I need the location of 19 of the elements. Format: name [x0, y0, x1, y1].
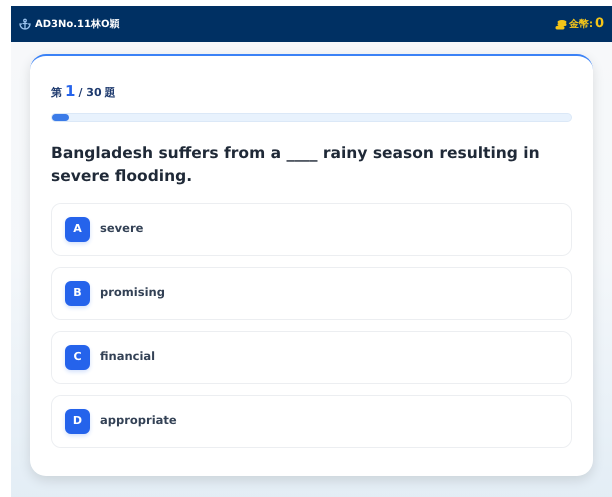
option-text: promising [100, 284, 165, 302]
option-letter: B [65, 280, 90, 306]
answer-option[interactable]: B promising [51, 266, 572, 320]
answer-option[interactable]: D appropriate [51, 394, 572, 448]
anchor-icon [19, 18, 31, 30]
option-letter: A [65, 216, 90, 242]
user-name: AD3No.11林O穎 [35, 18, 120, 32]
answer-option[interactable]: C financial [51, 330, 572, 384]
question-counter: 第 1 / 30 題 [51, 81, 117, 102]
coins-label: 金幣: [568, 18, 593, 32]
coins-count: 0 [594, 15, 604, 34]
option-text: financial [100, 348, 156, 366]
option-text: severe [100, 220, 144, 238]
answer-option[interactable]: A severe [51, 202, 572, 256]
question-text: Bangladesh suffers from a ____ rainy season resulting in severe flooding. [51, 142, 541, 186]
coins-icon [554, 18, 567, 30]
option-letter: D [65, 408, 90, 434]
option-letter: C [65, 344, 90, 370]
option-text: appropriate [100, 412, 177, 430]
